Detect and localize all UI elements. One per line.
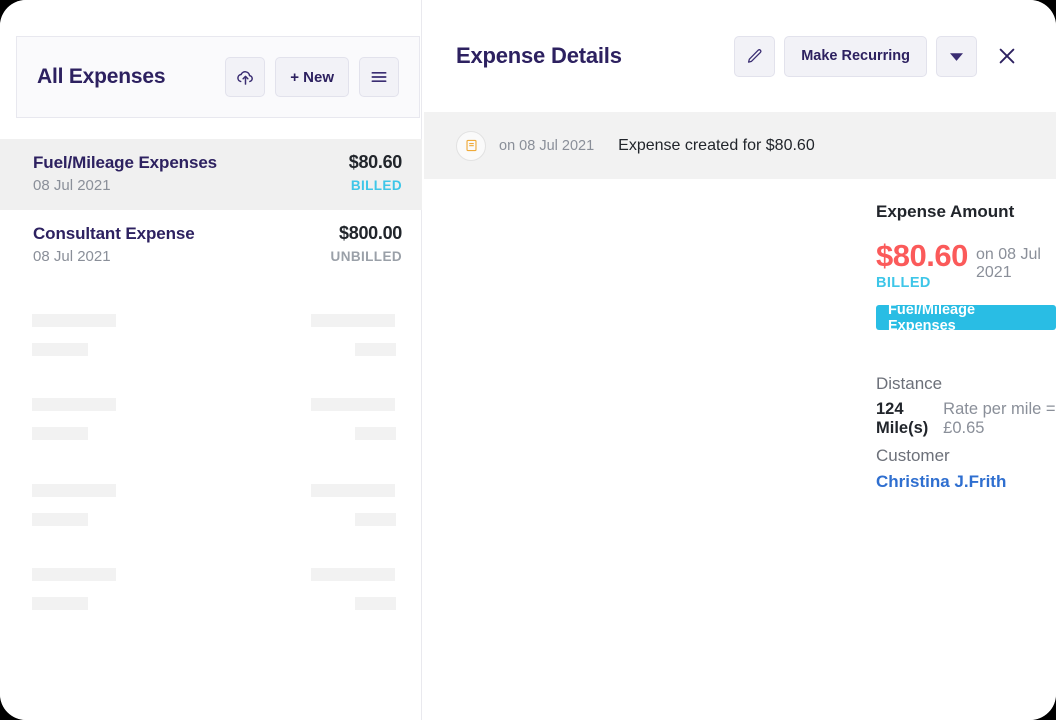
skeleton-placeholder [32,398,116,411]
list-item[interactable]: Consultant Expense $800.00 08 Jul 2021 U… [0,210,422,281]
skeleton-placeholder [32,427,88,440]
expense-date: 08 Jul 2021 [33,248,111,265]
skeleton-placeholder [355,513,396,526]
expense-amount-label: Expense Amount [876,202,1015,221]
skeleton-placeholder [32,568,116,581]
skeleton-placeholder [32,597,88,610]
skeleton-placeholder [311,484,395,497]
expense-app-window: All Expenses + New Fuel/Mileage Expenses [0,0,1056,720]
skeleton-placeholder [355,597,396,610]
edit-button[interactable] [734,35,776,77]
status-badge: BILLED [350,178,402,193]
category-chip[interactable]: Fuel/Mileage Expenses [876,302,1056,334]
cloud-upload-icon [236,70,253,85]
skeleton-placeholder [311,398,395,411]
expense-amount: $80.60 [348,152,403,172]
detail-header: Expense Details Make Recurring [423,0,1056,112]
expense-amount-date: on 08 Jul 2021 [976,246,1041,281]
skeleton-placeholder [311,568,395,581]
status-badge: UNBILLED [330,249,402,264]
hamburger-menu-icon [371,72,387,82]
activity-date: on 08 Jul 2021 [499,137,595,154]
expense-name: Consultant Expense [33,224,195,243]
expense-list-header: All Expenses + New [16,36,420,118]
page-title: All Expenses [37,65,166,88]
skeleton-placeholder [32,484,116,497]
detail-title: Expense Details [456,43,622,68]
chevron-down-icon [950,52,963,61]
new-expense-button[interactable]: + New [275,57,349,97]
close-button[interactable] [992,41,1022,71]
close-x-icon [999,48,1015,64]
distance-row: 124 Mile(s) Rate per mile = £0.65 [876,400,1056,438]
more-options-dropdown-button[interactable] [936,35,977,77]
expense-name: Fuel/Mileage Expenses [33,153,218,172]
skeleton-placeholder [32,343,88,356]
status-badge: BILLED [876,275,931,291]
list-menu-button[interactable] [359,57,399,97]
distance-value: 124 Mile(s) [876,400,929,437]
make-recurring-button[interactable]: Make Recurring [784,35,927,77]
activity-strip: on 08 Jul 2021 Expense created for $80.6… [424,112,1056,179]
expense-date: 08 Jul 2021 [33,177,111,194]
list-item[interactable]: Fuel/Mileage Expenses $80.60 08 Jul 2021… [0,139,422,210]
distance-rate: Rate per mile = £0.65 [943,400,1056,437]
skeleton-placeholder [355,343,396,356]
customer-name-link[interactable]: Christina J.Frith [876,472,1006,492]
expense-amount-value: $80.60 [876,238,968,273]
skeleton-placeholder [355,427,396,440]
expense-detail-panel: Expense Details Make Recurring on 08 Jul… [423,0,1056,720]
activity-text: Expense created for $80.60 [618,136,815,154]
distance-label: Distance [876,374,943,393]
skeleton-placeholder [32,513,88,526]
skeleton-placeholder [32,314,116,327]
customer-label: Customer [876,446,950,465]
expense-list-panel: All Expenses + New Fuel/Mileage Expenses [0,0,422,720]
expense-amount: $800.00 [339,223,402,243]
upload-button[interactable] [225,57,266,97]
skeleton-placeholder [311,314,395,327]
document-note-icon [456,130,486,161]
pencil-edit-icon [748,48,762,63]
